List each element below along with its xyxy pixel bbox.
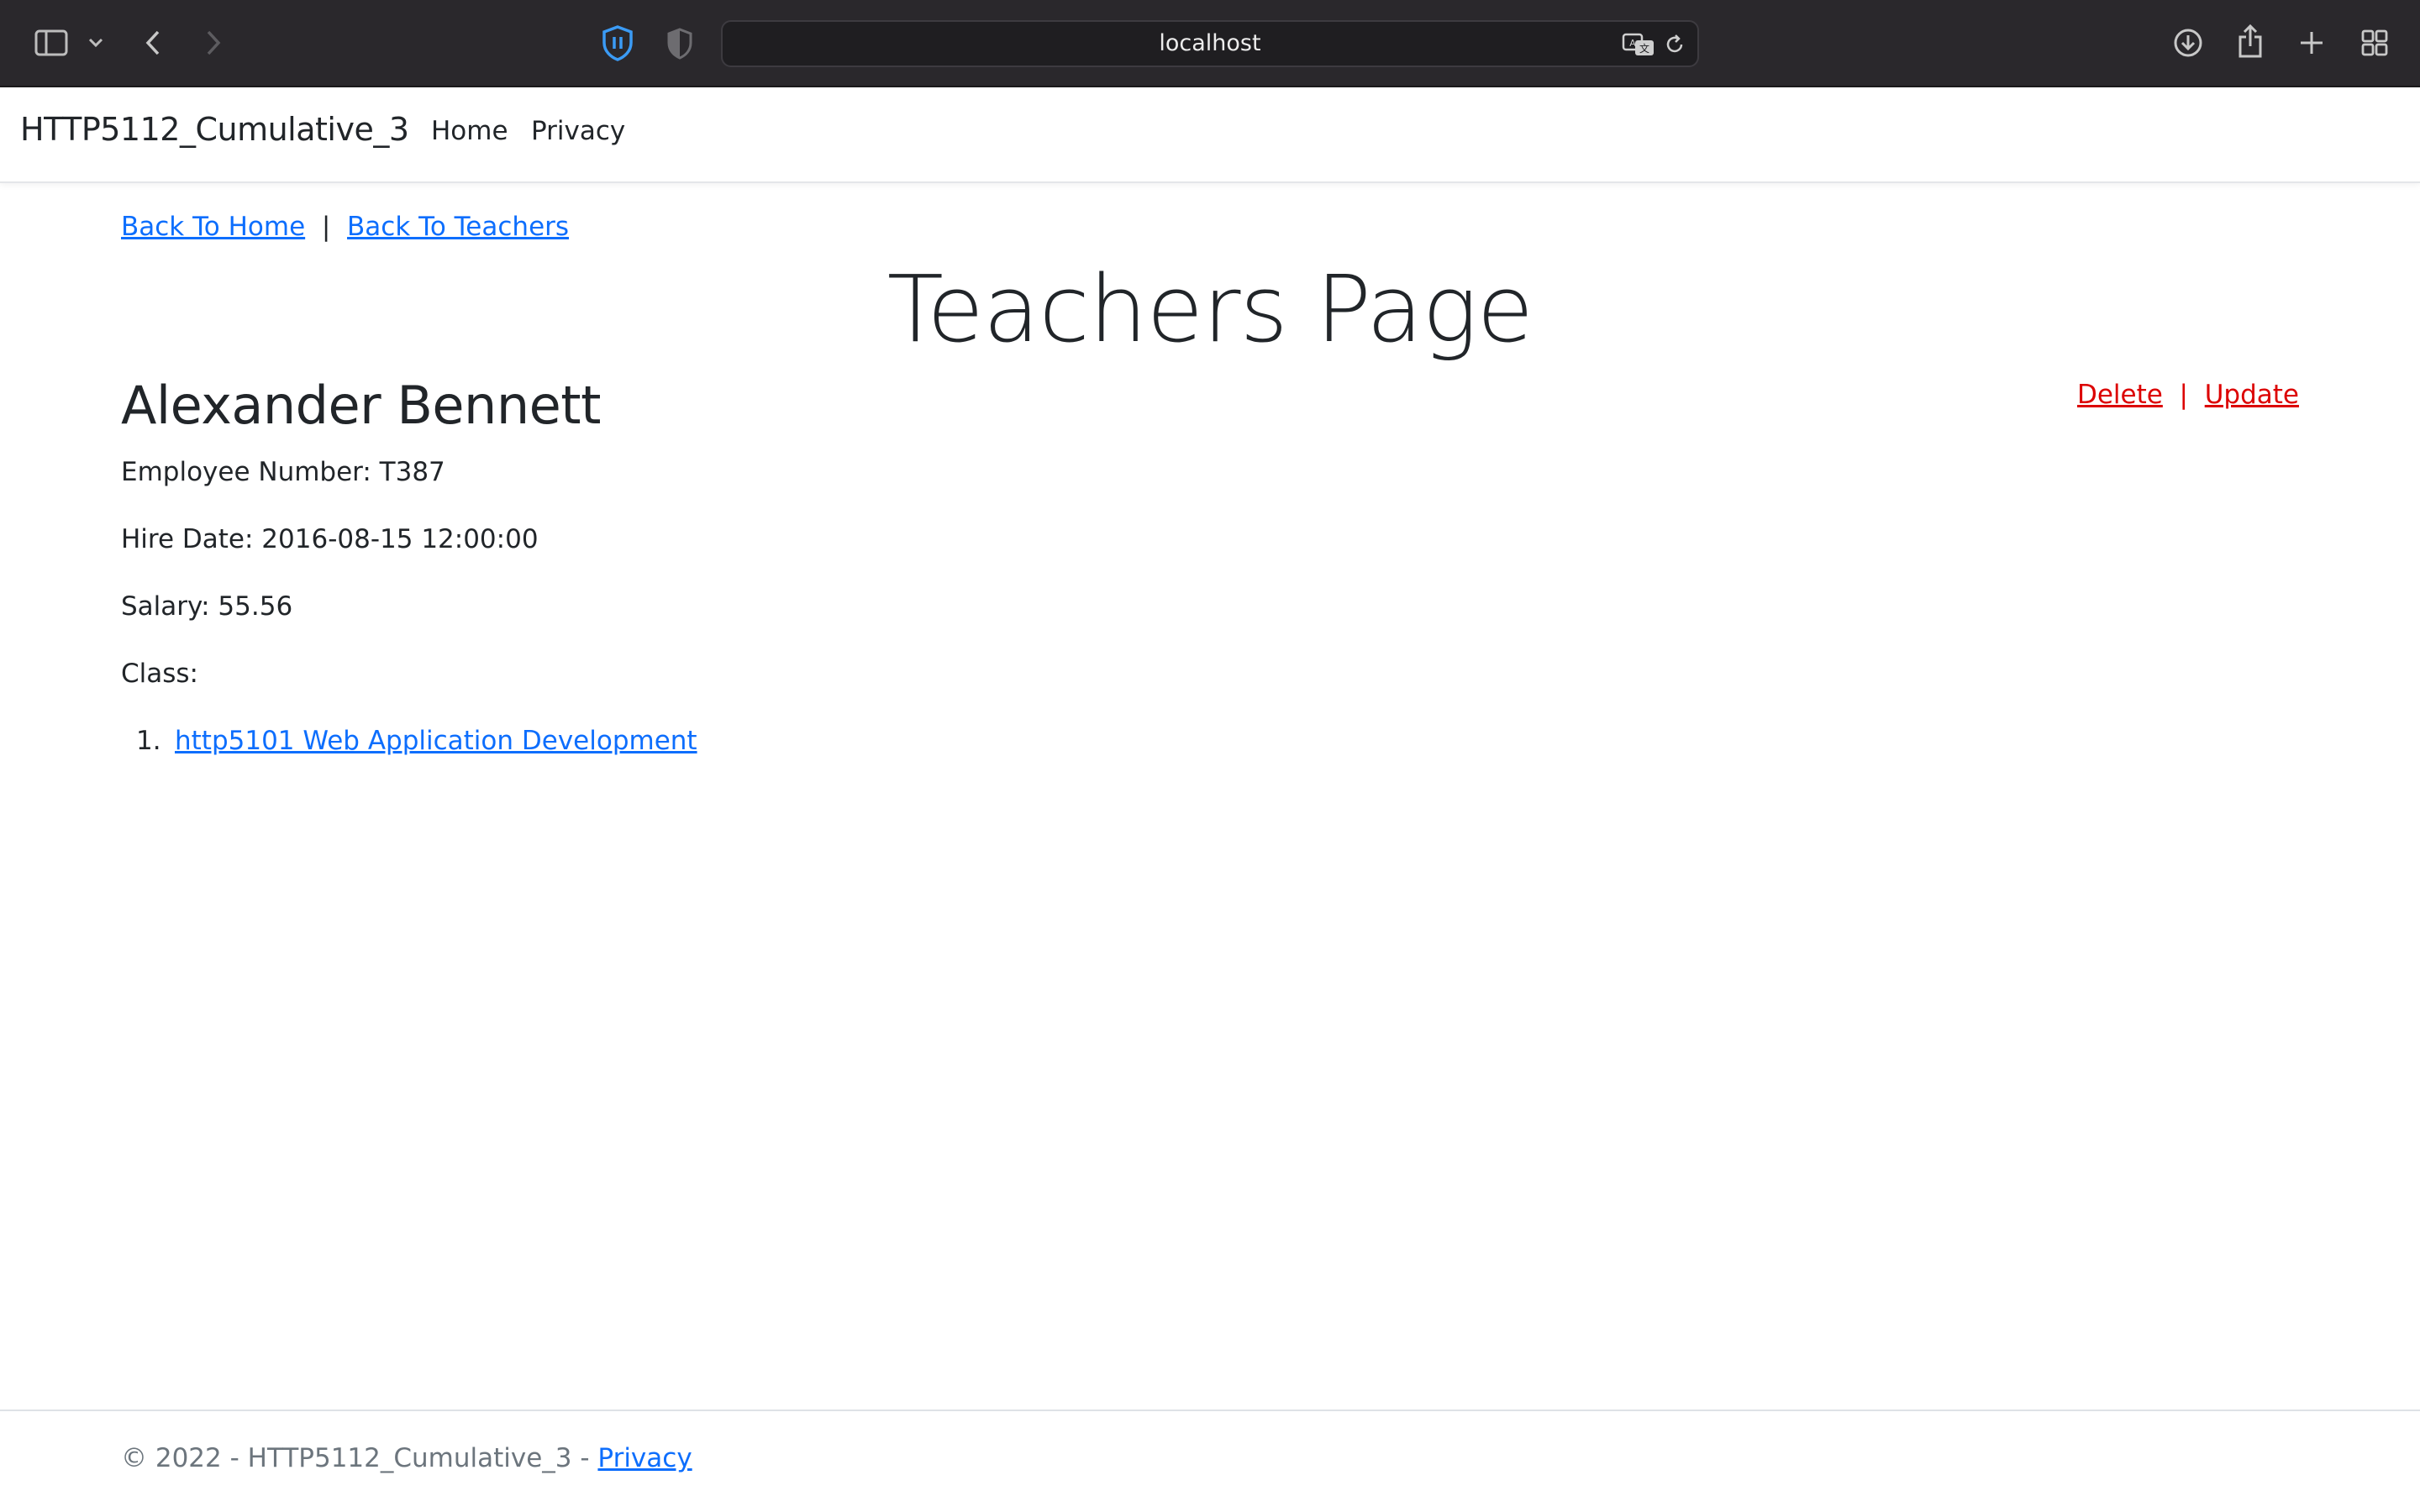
page-title: Teachers Page [886, 255, 1534, 363]
page-footer: © 2022 - HTTP5112_Cumulative_3 - Privacy [0, 1410, 2420, 1512]
breadcrumb: Back To Home | Back To Teachers [121, 212, 569, 242]
update-link[interactable]: Update [2205, 380, 2299, 410]
employee-number: Employee Number: T387 [121, 457, 445, 487]
footer-text-wrapper: © 2022 - HTTP5112_Cumulative_3 - Privacy [121, 1443, 692, 1473]
new-tab-icon[interactable] [2296, 27, 2328, 59]
reload-icon[interactable] [1662, 32, 1687, 57]
teacher-actions: Delete | Update [2077, 380, 2299, 410]
sidebar-toggle-icon[interactable] [32, 25, 71, 60]
nav-link-privacy[interactable]: Privacy [531, 116, 625, 146]
site-navbar: HTTP5112_Cumulative_3 Home Privacy [0, 87, 2420, 183]
url-text[interactable]: localhost [723, 22, 1697, 66]
chevron-down-icon[interactable] [84, 30, 108, 55]
class-list: 1. http5101 Web Application Development [121, 726, 697, 756]
class-link[interactable]: http5101 Web Application Development [175, 726, 697, 756]
password-manager-shield-icon[interactable] [598, 24, 637, 62]
navbar-brand[interactable]: HTTP5112_Cumulative_3 [20, 111, 409, 148]
actions-separator: | [2170, 380, 2196, 410]
breadcrumb-separator: | [313, 212, 339, 242]
footer-copyright: © 2022 - HTTP5112_Cumulative_3 - [121, 1443, 598, 1473]
nav-link-home[interactable]: Home [431, 116, 508, 146]
browser-toolbar: localhost 文A [0, 0, 2420, 87]
share-icon[interactable] [2233, 22, 2267, 60]
salary: Salary: 55.56 [121, 591, 293, 622]
hire-date: Hire Date: 2016-08-15 12:00:00 [121, 524, 539, 554]
list-item-number: 1. [136, 726, 161, 756]
translate-icon[interactable]: 文A [1620, 30, 1657, 59]
delete-link[interactable]: Delete [2077, 380, 2163, 410]
class-label: Class: [121, 659, 199, 689]
back-to-teachers-link[interactable]: Back To Teachers [347, 212, 569, 242]
svg-text:文: 文 [1639, 42, 1649, 55]
teacher-name: Alexander Bennett [121, 375, 601, 436]
address-bar[interactable]: localhost 文A [721, 20, 1699, 67]
tab-overview-icon[interactable] [2358, 27, 2391, 59]
svg-text:A: A [1629, 38, 1636, 49]
privacy-shield-icon[interactable] [662, 25, 697, 62]
list-item: 1. http5101 Web Application Development [121, 726, 697, 756]
footer-privacy-link[interactable]: Privacy [597, 1443, 692, 1473]
back-icon[interactable] [139, 25, 166, 60]
back-to-home-link[interactable]: Back To Home [121, 212, 305, 242]
downloads-icon[interactable] [2171, 25, 2205, 60]
forward-icon[interactable] [200, 25, 227, 60]
